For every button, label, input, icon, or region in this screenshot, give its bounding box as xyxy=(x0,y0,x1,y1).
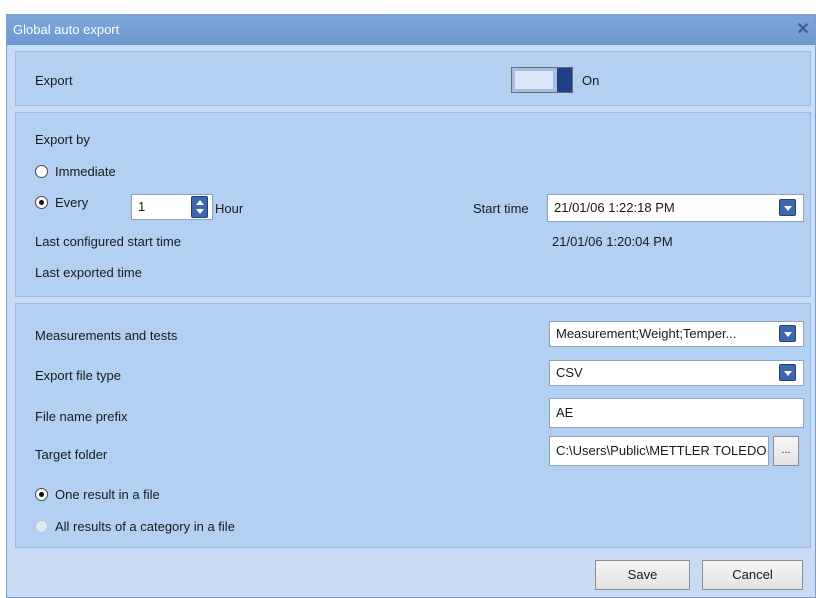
toggle-track xyxy=(515,71,553,89)
cancel-button[interactable]: Cancel xyxy=(702,560,803,590)
measurements-dropdown-icon[interactable] xyxy=(779,325,796,342)
dialog-title: Global auto export xyxy=(13,22,120,37)
save-button[interactable]: Save xyxy=(595,560,690,590)
export-by-heading: Export by xyxy=(35,132,90,147)
target-folder-value: C:\Users\Public\METTLER TOLEDO xyxy=(556,443,767,458)
save-label: Save xyxy=(627,567,658,582)
spin-down-icon xyxy=(196,209,204,214)
all-results-label: All results of a category in a file xyxy=(55,519,235,534)
export-toggle[interactable] xyxy=(511,67,573,93)
close-icon[interactable]: ✕ xyxy=(795,15,811,45)
measurements-label: Measurements and tests xyxy=(35,328,178,343)
spin-up-icon xyxy=(196,200,204,205)
cancel-label: Cancel xyxy=(732,567,773,582)
folder-label: Target folder xyxy=(35,447,108,462)
file-type-label: Export file type xyxy=(35,368,121,383)
export-panel xyxy=(15,51,811,106)
file-type-value: CSV xyxy=(556,365,583,380)
prefix-label: File name prefix xyxy=(35,409,128,424)
title-bar: Global auto export ✕ xyxy=(7,15,815,45)
toggle-knob xyxy=(557,68,572,92)
file-type-dropdown-icon[interactable] xyxy=(779,364,796,381)
global-auto-export-dialog: Global auto export ✕ Export On Export by… xyxy=(6,14,816,598)
browse-label: ... xyxy=(781,444,791,456)
file-type-dropdown[interactable]: CSV xyxy=(549,360,804,386)
every-interval-value: 1 xyxy=(138,199,146,214)
all-results-radio[interactable] xyxy=(35,520,48,533)
every-label: Every xyxy=(55,195,89,210)
start-time-dropdown[interactable]: 21/01/06 1:22:18 PM xyxy=(547,194,804,222)
interval-unit-label: Hour xyxy=(215,201,244,216)
start-time-value: 21/01/06 1:22:18 PM xyxy=(554,200,675,215)
measurements-value: Measurement;Weight;Temper... xyxy=(556,326,737,341)
one-result-label: One result in a file xyxy=(55,487,160,502)
every-radio[interactable] xyxy=(35,196,48,209)
export-label: Export xyxy=(35,73,73,88)
start-time-label: Start time xyxy=(473,201,529,216)
last-exported-label: Last exported time xyxy=(35,265,142,280)
last-configured-value: 21/01/06 1:20:04 PM xyxy=(552,234,673,249)
export-state-label: On xyxy=(582,73,600,88)
interval-spinner[interactable] xyxy=(191,196,208,218)
immediate-radio[interactable] xyxy=(35,165,48,178)
target-folder-input[interactable]: C:\Users\Public\METTLER TOLEDO xyxy=(549,436,769,466)
prefix-input[interactable]: AE xyxy=(549,398,804,428)
prefix-value: AE xyxy=(556,405,574,420)
browse-button[interactable]: ... xyxy=(773,436,799,466)
one-result-radio[interactable] xyxy=(35,488,48,501)
last-configured-label: Last configured start time xyxy=(35,234,181,249)
start-time-dropdown-icon[interactable] xyxy=(779,199,796,216)
measurements-dropdown[interactable]: Measurement;Weight;Temper... xyxy=(549,321,804,347)
immediate-label: Immediate xyxy=(55,164,116,179)
